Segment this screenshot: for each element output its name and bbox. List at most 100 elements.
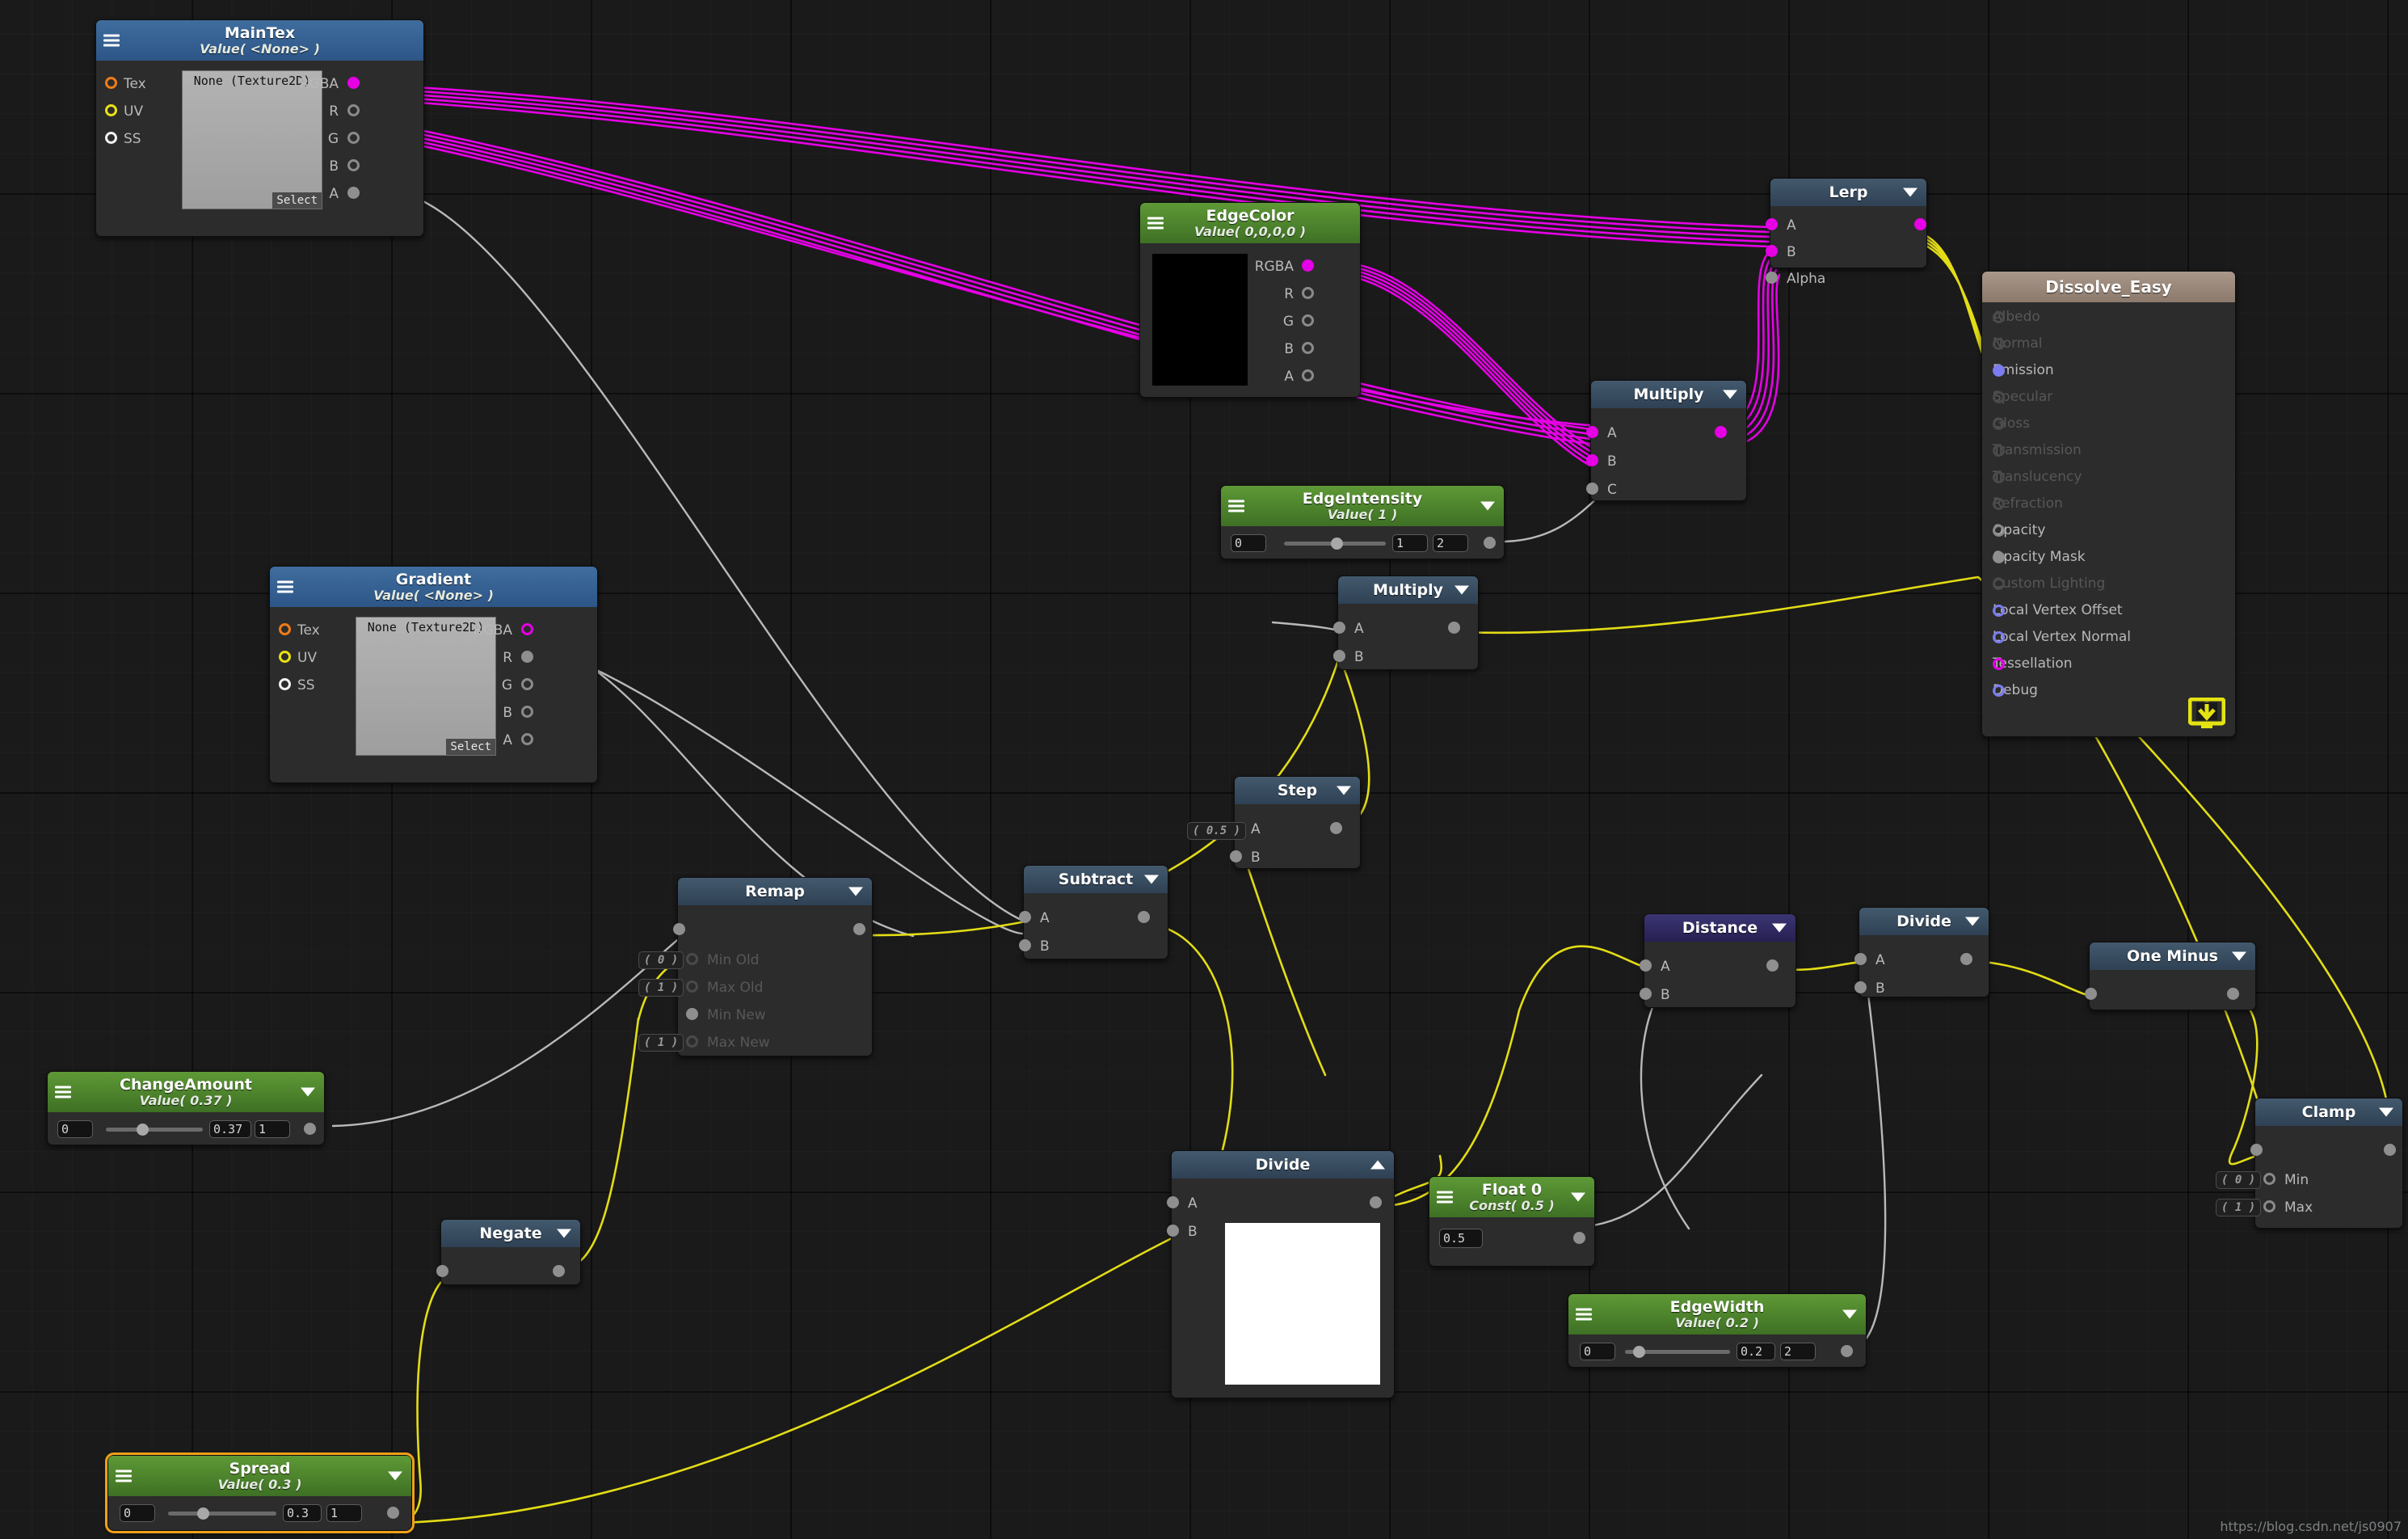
edgeintensity-min-field[interactable]: 0 bbox=[1231, 534, 1266, 552]
node-maintex[interactable]: MainTex Value( <None> ) Tex UV SS None (… bbox=[95, 19, 424, 237]
port-b-in[interactable] bbox=[1230, 850, 1242, 862]
node-spread[interactable]: Spread Value( 0.3 ) 0 0.3 1 bbox=[105, 1453, 415, 1533]
port-a-in[interactable] bbox=[1586, 426, 1598, 438]
chevron-down-icon[interactable] bbox=[1480, 501, 1495, 511]
changeamount-slider-track[interactable] bbox=[106, 1128, 203, 1132]
changeamount-slider-knob[interactable] bbox=[137, 1124, 149, 1136]
port-multiply-mid-out[interactable] bbox=[1448, 622, 1460, 634]
divide-right-header[interactable]: Divide bbox=[1859, 908, 1989, 935]
changeamount-min-field[interactable]: 0 bbox=[57, 1120, 93, 1138]
port-ss-in[interactable] bbox=[105, 132, 117, 144]
edgecolor-swatch[interactable] bbox=[1151, 253, 1248, 386]
node-master-dissolve-easy[interactable]: Dissolve_Easy Albedo Normal Emission Spe… bbox=[1981, 271, 2236, 737]
port-transmission[interactable] bbox=[1993, 444, 2005, 457]
edgeintensity-slider-knob[interactable] bbox=[1331, 538, 1343, 550]
port-lerp-out[interactable] bbox=[1914, 218, 1926, 230]
port-opacity[interactable] bbox=[1993, 524, 2005, 537]
port-edgeintensity-out[interactable] bbox=[1484, 537, 1496, 549]
download-icon[interactable] bbox=[2188, 698, 2225, 730]
port-a-in[interactable] bbox=[1333, 622, 1345, 634]
port-g-out[interactable] bbox=[347, 132, 360, 144]
port-spread-out[interactable] bbox=[387, 1507, 399, 1519]
node-edgeintensity[interactable]: EdgeIntensity Value( 1 ) 0 1 2 bbox=[1220, 485, 1505, 559]
node-subtract[interactable]: Subtract A B bbox=[1019, 865, 1168, 959]
port-maxnew-in[interactable] bbox=[686, 1035, 698, 1048]
port-negate-out[interactable] bbox=[553, 1265, 565, 1277]
port-b-out[interactable] bbox=[1302, 342, 1314, 354]
node-multiply-mid[interactable]: Multiply A B bbox=[1333, 576, 1479, 670]
edgecolor-header[interactable]: EdgeColor Value( 0,0,0,0 ) bbox=[1140, 203, 1360, 243]
multiply-mid-header[interactable]: Multiply bbox=[1338, 576, 1478, 604]
port-rgba-out[interactable] bbox=[1302, 259, 1314, 272]
chevron-down-icon[interactable] bbox=[1772, 923, 1787, 933]
clamp-header[interactable]: Clamp bbox=[2255, 1098, 2402, 1126]
changeamount-max-field[interactable]: 1 bbox=[255, 1120, 290, 1138]
port-a-in[interactable] bbox=[1019, 911, 1031, 923]
chevron-down-icon[interactable] bbox=[1337, 786, 1351, 795]
node-lerp[interactable]: Lerp A B Alpha bbox=[1766, 178, 1927, 287]
edgewidth-max-field[interactable]: 2 bbox=[1780, 1343, 1816, 1360]
port-local-vertex-offset[interactable] bbox=[1993, 604, 2005, 617]
node-float0[interactable]: Float 0 Const( 0.5 ) 0.5 bbox=[1429, 1176, 1595, 1267]
node-changeamount[interactable]: ChangeAmount Value( 0.37 ) 0 0.37 1 bbox=[47, 1071, 325, 1145]
chevron-down-icon[interactable] bbox=[1903, 188, 1918, 197]
node-oneminus[interactable]: One Minus bbox=[2085, 942, 2256, 1010]
divide-preview-header[interactable]: Divide bbox=[1172, 1151, 1394, 1178]
negate-header[interactable]: Negate bbox=[441, 1220, 580, 1247]
port-a-in[interactable] bbox=[1766, 218, 1778, 230]
chevron-down-icon[interactable] bbox=[388, 1471, 402, 1481]
port-b-out[interactable] bbox=[521, 706, 533, 718]
port-clamp-out[interactable] bbox=[2384, 1144, 2396, 1156]
remap-header[interactable]: Remap bbox=[678, 878, 872, 905]
node-clamp[interactable]: Clamp Min Max bbox=[2250, 1098, 2403, 1229]
spread-max-field[interactable]: 1 bbox=[326, 1504, 362, 1522]
port-a-out[interactable] bbox=[521, 733, 533, 745]
port-a-in[interactable] bbox=[1854, 953, 1867, 965]
menu-icon[interactable] bbox=[1437, 1191, 1453, 1204]
port-maxold-in[interactable] bbox=[686, 980, 698, 993]
graph-canvas[interactable]: MainTex Value( <None> ) Tex UV SS None (… bbox=[0, 0, 2408, 1539]
edgewidth-header[interactable]: EdgeWidth Value( 0.2 ) bbox=[1568, 1294, 1866, 1335]
spread-min-field[interactable]: 0 bbox=[120, 1504, 155, 1522]
port-multiply-top-out[interactable] bbox=[1715, 426, 1727, 438]
node-edgewidth[interactable]: EdgeWidth Value( 0.2 ) 0 0.2 2 bbox=[1568, 1293, 1867, 1368]
oneminus-header[interactable]: One Minus bbox=[2090, 942, 2255, 970]
master-port-local-vertex-normal[interactable]: Local Vertex Normal bbox=[1993, 629, 2131, 645]
master-port-debug[interactable]: Debug bbox=[1993, 682, 2038, 698]
edgewidth-value-field[interactable]: 0.2 bbox=[1737, 1343, 1775, 1360]
port-specular[interactable] bbox=[1993, 390, 2005, 403]
edgeintensity-header[interactable]: EdgeIntensity Value( 1 ) bbox=[1221, 486, 1504, 526]
port-b-in[interactable] bbox=[1333, 650, 1345, 662]
spread-slider-track[interactable] bbox=[168, 1512, 276, 1516]
port-max-in[interactable] bbox=[2263, 1200, 2275, 1212]
chevron-down-icon[interactable] bbox=[1144, 875, 1159, 884]
chevron-down-icon[interactable] bbox=[848, 887, 863, 896]
maintex-header[interactable]: MainTex Value( <None> ) bbox=[96, 20, 423, 61]
chevron-down-icon[interactable] bbox=[557, 1229, 571, 1238]
port-value-in[interactable] bbox=[673, 923, 685, 935]
master-port-refraction[interactable]: Refraction bbox=[1993, 495, 2063, 512]
lerp-header[interactable]: Lerp bbox=[1770, 179, 1926, 206]
master-port-normal[interactable]: Normal bbox=[1993, 335, 2043, 352]
port-ss-in[interactable] bbox=[279, 678, 291, 690]
menu-icon[interactable] bbox=[1147, 217, 1164, 230]
port-r-out[interactable] bbox=[1302, 287, 1314, 299]
master-port-local-vertex-offset[interactable]: Local Vertex Offset bbox=[1993, 602, 2123, 618]
port-g-out[interactable] bbox=[521, 678, 533, 690]
spread-slider-knob[interactable] bbox=[197, 1507, 209, 1520]
port-r-out[interactable] bbox=[347, 104, 360, 116]
port-float0-out[interactable] bbox=[1573, 1232, 1585, 1244]
menu-icon[interactable] bbox=[55, 1086, 71, 1098]
edgeintensity-max-field[interactable]: 2 bbox=[1433, 534, 1468, 552]
menu-icon[interactable] bbox=[116, 1469, 132, 1482]
chevron-down-icon[interactable] bbox=[1571, 1192, 1585, 1202]
port-gloss[interactable] bbox=[1993, 417, 2005, 430]
port-b-out[interactable] bbox=[347, 159, 360, 171]
port-normal[interactable] bbox=[1993, 337, 2005, 350]
node-divide-preview[interactable]: Divide A B bbox=[1167, 1150, 1395, 1398]
spread-value-field[interactable]: 0.3 bbox=[283, 1504, 322, 1522]
master-port-opacity[interactable]: Opacity bbox=[1993, 522, 2045, 538]
port-a-out[interactable] bbox=[347, 187, 360, 199]
port-oneminus-out[interactable] bbox=[2227, 988, 2239, 1000]
chevron-down-icon[interactable] bbox=[1454, 585, 1469, 595]
